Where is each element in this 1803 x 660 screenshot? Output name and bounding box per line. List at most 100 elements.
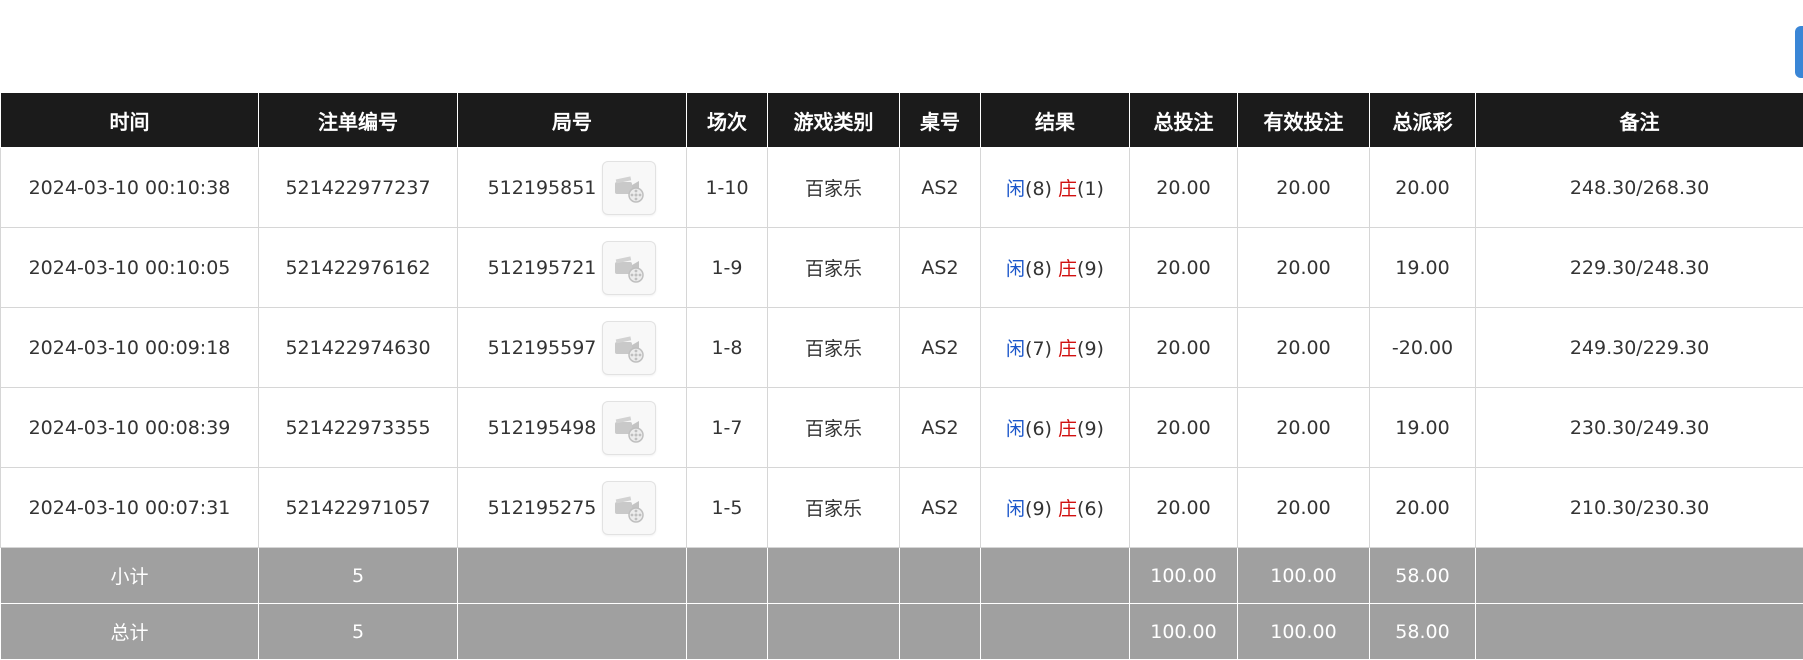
banker-label: 庄 [1058, 418, 1077, 440]
player-label: 闲 [1006, 418, 1025, 440]
cell-table: AS2 [900, 148, 981, 228]
cell-game: 百家乐 [768, 388, 900, 468]
subtotal-payout: 58.00 [1370, 548, 1476, 604]
cell-payout: -20.00 [1370, 308, 1476, 388]
grand-total-total-bet: 100.00 [1130, 604, 1238, 660]
empty-cell [768, 604, 900, 660]
cell-valid-bet: 20.00 [1238, 468, 1370, 548]
cell-result: 闲(8) 庄(1) [981, 148, 1130, 228]
cell-remark: 248.30/268.30 [1476, 148, 1803, 228]
cell-round: 512195851 [458, 148, 687, 228]
col-header-total-bet: 总投注 [1130, 93, 1238, 148]
cell-session: 1-5 [687, 468, 768, 548]
cell-time: 2024-03-10 00:09:18 [1, 308, 259, 388]
banker-label: 庄 [1058, 178, 1077, 200]
cell-bet-id: 521422977237 [259, 148, 458, 228]
cell-game: 百家乐 [768, 148, 900, 228]
player-label: 闲 [1006, 338, 1025, 360]
cell-total-bet: 20.00 [1130, 228, 1238, 308]
banker-label: 庄 [1058, 498, 1077, 520]
cell-table: AS2 [900, 468, 981, 548]
cell-remark: 229.30/248.30 [1476, 228, 1803, 308]
cell-remark: 210.30/230.30 [1476, 468, 1803, 548]
bet-records-table: 时间 注单编号 局号 场次 游戏类别 桌号 结果 总投注 有效投注 总派彩 备注… [0, 93, 1803, 660]
cell-remark: 230.30/249.30 [1476, 388, 1803, 468]
cell-total-bet: 20.00 [1130, 148, 1238, 228]
cell-valid-bet: 20.00 [1238, 148, 1370, 228]
cell-round: 512195498 [458, 388, 687, 468]
round-number: 512195721 [488, 257, 597, 279]
col-header-session: 场次 [687, 93, 768, 148]
player-score: (8) [1025, 178, 1052, 200]
cell-session: 1-9 [687, 228, 768, 308]
round-number: 512195597 [488, 337, 597, 359]
subtotal-total-bet: 100.00 [1130, 548, 1238, 604]
banker-score: (9) [1077, 258, 1104, 280]
subtotal-count: 5 [259, 548, 458, 604]
table-row: 2024-03-10 00:09:18 521422974630 5121955… [1, 308, 1803, 388]
cell-bet-id: 521422976162 [259, 228, 458, 308]
empty-cell [687, 604, 768, 660]
table-row: 2024-03-10 00:10:38 521422977237 5121958… [1, 148, 1803, 228]
banker-score: (6) [1077, 498, 1104, 520]
empty-cell [458, 548, 687, 604]
grand-total-payout: 58.00 [1370, 604, 1476, 660]
subtotal-label: 小计 [1, 548, 259, 604]
cell-time: 2024-03-10 00:08:39 [1, 388, 259, 468]
round-number: 512195275 [488, 497, 597, 519]
cell-round: 512195275 [458, 468, 687, 548]
col-header-table: 桌号 [900, 93, 981, 148]
player-label: 闲 [1006, 498, 1025, 520]
cell-result: 闲(6) 庄(9) [981, 388, 1130, 468]
table-row: 2024-03-10 00:07:31 521422971057 5121952… [1, 468, 1803, 548]
cell-table: AS2 [900, 228, 981, 308]
cell-remark: 249.30/229.30 [1476, 308, 1803, 388]
cell-total-bet: 20.00 [1130, 308, 1238, 388]
header-row: 时间 注单编号 局号 场次 游戏类别 桌号 结果 总投注 有效投注 总派彩 备注 [1, 93, 1803, 148]
empty-cell [458, 604, 687, 660]
video-replay-icon[interactable] [602, 481, 656, 535]
cell-session: 1-7 [687, 388, 768, 468]
cell-result: 闲(8) 庄(9) [981, 228, 1130, 308]
col-header-game: 游戏类别 [768, 93, 900, 148]
cell-result: 闲(9) 庄(6) [981, 468, 1130, 548]
subtotal-row: 小计 5 100.00 100.00 58.00 [1, 548, 1803, 604]
round-number: 512195498 [488, 417, 597, 439]
col-header-round: 局号 [458, 93, 687, 148]
round-number: 512195851 [488, 177, 597, 199]
cell-session: 1-10 [687, 148, 768, 228]
player-score: (8) [1025, 258, 1052, 280]
col-header-bet-id: 注单编号 [259, 93, 458, 148]
cell-round: 512195721 [458, 228, 687, 308]
cell-time: 2024-03-10 00:10:05 [1, 228, 259, 308]
cell-game: 百家乐 [768, 308, 900, 388]
cell-session: 1-8 [687, 308, 768, 388]
cell-payout: 20.00 [1370, 468, 1476, 548]
player-score: (6) [1025, 418, 1052, 440]
subtotal-valid-bet: 100.00 [1238, 548, 1370, 604]
video-replay-icon[interactable] [602, 241, 656, 295]
cell-total-bet: 20.00 [1130, 388, 1238, 468]
empty-cell [1476, 604, 1803, 660]
col-header-result: 结果 [981, 93, 1130, 148]
banker-score: (1) [1077, 178, 1104, 200]
banker-label: 庄 [1058, 258, 1077, 280]
cell-bet-id: 521422974630 [259, 308, 458, 388]
video-replay-icon[interactable] [602, 321, 656, 375]
empty-cell [1476, 548, 1803, 604]
video-replay-icon[interactable] [602, 401, 656, 455]
player-score: (9) [1025, 498, 1052, 520]
side-edge-button[interactable] [1795, 26, 1803, 78]
grand-total-row: 总计 5 100.00 100.00 58.00 [1, 604, 1803, 660]
cell-payout: 19.00 [1370, 228, 1476, 308]
cell-game: 百家乐 [768, 228, 900, 308]
video-replay-icon[interactable] [602, 161, 656, 215]
grand-total-label: 总计 [1, 604, 259, 660]
empty-cell [981, 604, 1130, 660]
cell-valid-bet: 20.00 [1238, 308, 1370, 388]
player-label: 闲 [1006, 258, 1025, 280]
cell-round: 512195597 [458, 308, 687, 388]
empty-cell [900, 604, 981, 660]
cell-total-bet: 20.00 [1130, 468, 1238, 548]
col-header-time: 时间 [1, 93, 259, 148]
